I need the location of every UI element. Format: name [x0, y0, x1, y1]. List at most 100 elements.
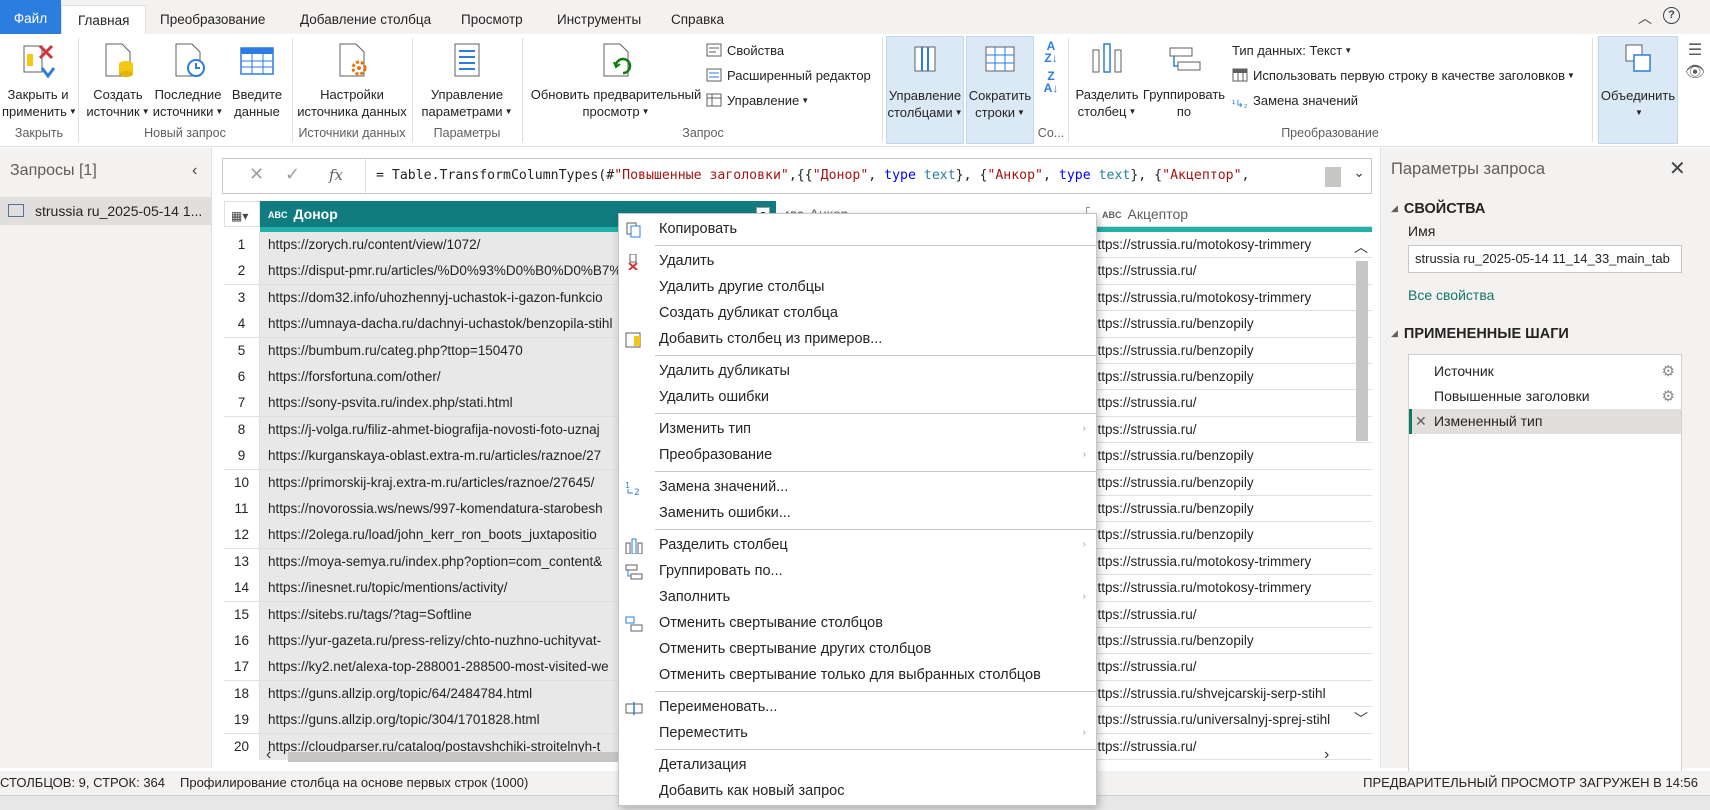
- manage-columns-button[interactable]: Управление столбцами ▼: [886, 36, 964, 144]
- menu-item-10[interactable]: Изменить тип ›: [619, 416, 1096, 442]
- row-number[interactable]: 13: [224, 548, 260, 575]
- new-source-button[interactable]: Создать источник ▼: [86, 40, 150, 120]
- properties-button[interactable]: Свойства: [706, 41, 784, 61]
- cell-acceptor[interactable]: https://strussia.ru/: [1090, 654, 1372, 680]
- menu-item-18[interactable]: Заполнить ›: [619, 584, 1096, 610]
- table-menu-icon[interactable]: ▦▾: [224, 201, 260, 227]
- menu-item-24[interactable]: Переместить ›: [619, 720, 1096, 746]
- collapse-pane-icon[interactable]: ‹: [192, 162, 197, 180]
- menu-item-16[interactable]: Разделить столбец ›: [619, 532, 1096, 558]
- refresh-preview-button[interactable]: Обновить предварительный просмотр ▼: [528, 40, 704, 120]
- cell-acceptor[interactable]: https://strussia.ru/: [1090, 417, 1372, 443]
- profiling-mode[interactable]: Профилирование столбца на основе первых …: [180, 771, 528, 795]
- manage-button[interactable]: Управление ▼: [706, 91, 809, 111]
- formula-scrollbar[interactable]: [1325, 167, 1341, 187]
- row-number[interactable]: 8: [224, 416, 260, 443]
- advanced-editor-button[interactable]: Расширенный редактор: [706, 66, 871, 86]
- horizontal-scroll-thumb[interactable]: [288, 752, 628, 762]
- vertical-scroll-thumb[interactable]: [1356, 261, 1368, 441]
- row-number[interactable]: 20: [224, 733, 260, 760]
- tab-home[interactable]: Главная: [61, 5, 147, 34]
- scroll-up-icon[interactable]: ︿: [1354, 237, 1368, 257]
- row-number[interactable]: 6: [224, 364, 260, 390]
- menu-item-17[interactable]: Группировать по...: [619, 558, 1096, 584]
- text-type-icon[interactable]: ABC: [268, 210, 288, 220]
- cell-acceptor[interactable]: https://strussia.ru/: [1090, 602, 1372, 628]
- menu-item-3[interactable]: Удалить другие столбцы: [619, 274, 1096, 300]
- cell-acceptor[interactable]: https://strussia.ru/motokosy-trimmery: [1090, 575, 1372, 601]
- combine-button[interactable]: Объединить ▼: [1598, 36, 1678, 144]
- menu-item-20[interactable]: Отменить свертывание других столбцов: [619, 636, 1096, 662]
- collapse-ribbon-icon[interactable]: ︿: [1638, 8, 1652, 28]
- menu-item-27[interactable]: Добавить как новый запрос: [619, 778, 1096, 804]
- reduce-rows-button[interactable]: Сократить строки ▼: [966, 36, 1034, 144]
- row-number[interactable]: 3: [224, 284, 260, 311]
- menu-item-4[interactable]: Создать дубликат столбца: [619, 300, 1096, 326]
- menu-item-23[interactable]: Переименовать...: [619, 694, 1096, 720]
- query-item[interactable]: strussia ru_2025-05-14 1...: [0, 197, 211, 225]
- sort-ascending-button[interactable]: A Z↓: [1040, 40, 1062, 64]
- cell-acceptor[interactable]: https://strussia.ru/shvejcarskij-serp-st…: [1090, 681, 1372, 707]
- row-number[interactable]: 10: [224, 469, 260, 496]
- row-number[interactable]: 9: [224, 443, 260, 470]
- cell-acceptor[interactable]: https://strussia.ru/motokosy-trimmery: [1090, 549, 1372, 575]
- cell-acceptor[interactable]: https://strussia.ru/benzopily: [1090, 311, 1372, 337]
- row-number[interactable]: 4: [224, 311, 260, 338]
- cell-acceptor[interactable]: https://strussia.ru/: [1090, 258, 1372, 284]
- step-source[interactable]: Источник ⚙: [1409, 359, 1681, 384]
- row-number[interactable]: 5: [224, 337, 260, 364]
- row-number[interactable]: 16: [224, 628, 260, 654]
- row-number[interactable]: 2: [224, 258, 260, 285]
- formula-text[interactable]: = Table.TransformColumnTypes(#"Повышенны…: [365, 159, 1345, 193]
- scroll-down-icon[interactable]: ﹀: [1354, 709, 1368, 729]
- delete-step-icon[interactable]: ✕: [1415, 409, 1427, 434]
- menu-item-0[interactable]: Копировать: [619, 216, 1096, 242]
- help-icon[interactable]: ?: [1663, 7, 1680, 24]
- row-number[interactable]: 15: [224, 601, 260, 628]
- fx-icon[interactable]: fx: [329, 166, 343, 184]
- cell-acceptor[interactable]: https://strussia.ru/universalnyj-sprej-s…: [1090, 707, 1372, 733]
- cell-acceptor[interactable]: https://strussia.ru/benzopily: [1090, 628, 1372, 654]
- row-number[interactable]: 14: [224, 575, 260, 602]
- row-number[interactable]: 1: [224, 232, 260, 258]
- step-changed-type[interactable]: ✕ Измененный тип: [1409, 409, 1681, 434]
- replace-values-button[interactable]: ¹↳₂ Замена значений: [1232, 91, 1358, 111]
- scroll-left-icon[interactable]: ‹: [266, 746, 271, 764]
- row-number[interactable]: 7: [224, 390, 260, 417]
- row-number[interactable]: 12: [224, 522, 260, 549]
- split-column-button[interactable]: Разделить столбец ▼: [1074, 40, 1140, 120]
- tab-help[interactable]: Справка: [671, 5, 724, 34]
- menu-item-21[interactable]: Отменить свертывание только для выбранны…: [619, 662, 1096, 688]
- menu-item-19[interactable]: Отменить свертывание столбцов: [619, 610, 1096, 636]
- properties-section-header[interactable]: ◢ СВОЙСТВА: [1391, 201, 1485, 217]
- menu-item-5[interactable]: Добавить столбец из примеров...: [619, 326, 1096, 352]
- menu-item-7[interactable]: Удалить дубликаты: [619, 358, 1096, 384]
- menu-item-2[interactable]: Удалить: [619, 248, 1096, 274]
- cell-acceptor[interactable]: https://strussia.ru/benzopily: [1090, 364, 1372, 390]
- row-number[interactable]: 11: [224, 496, 260, 522]
- text-type-icon[interactable]: ABC: [1102, 210, 1122, 220]
- cell-acceptor[interactable]: https://strussia.ru/: [1090, 390, 1372, 416]
- cell-acceptor[interactable]: https://strussia.ru/benzopily: [1090, 496, 1372, 522]
- cell-acceptor[interactable]: https://strussia.ru/benzopily: [1090, 470, 1372, 496]
- menu-item-26[interactable]: Детализация: [619, 752, 1096, 778]
- data-source-settings-button[interactable]: Настройки источника данных: [296, 40, 408, 120]
- row-number[interactable]: 19: [224, 707, 260, 734]
- gear-icon[interactable]: ⚙: [1662, 384, 1675, 409]
- tab-transform[interactable]: Преобразование: [160, 5, 265, 34]
- expand-formula-icon[interactable]: ⌄: [1353, 164, 1365, 181]
- query-name-input[interactable]: strussia ru_2025-05-14 11_14_33_main_tab: [1408, 245, 1682, 273]
- cell-acceptor[interactable]: https://strussia.ru/benzopily: [1090, 443, 1372, 469]
- gear-icon[interactable]: ⚙: [1662, 359, 1675, 384]
- menu-item-14[interactable]: Заменить ошибки...: [619, 500, 1096, 526]
- row-number[interactable]: 18: [224, 680, 260, 707]
- vertical-scrollbar[interactable]: ︿ ﹀: [1352, 239, 1370, 745]
- all-properties-link[interactable]: Все свойства: [1408, 287, 1494, 303]
- enter-data-button[interactable]: Введите данные: [226, 40, 288, 120]
- manage-parameters-button[interactable]: Управление параметрами ▼: [418, 40, 516, 120]
- tab-tools[interactable]: Инструменты: [557, 5, 641, 34]
- menu-item-13[interactable]: 1 2 Замена значений...: [619, 474, 1096, 500]
- column-header-acceptor[interactable]: ABC Акцептор: [1090, 201, 1372, 227]
- sort-descending-button[interactable]: Z A↓: [1040, 70, 1062, 94]
- commit-formula-icon[interactable]: ✓: [285, 164, 300, 185]
